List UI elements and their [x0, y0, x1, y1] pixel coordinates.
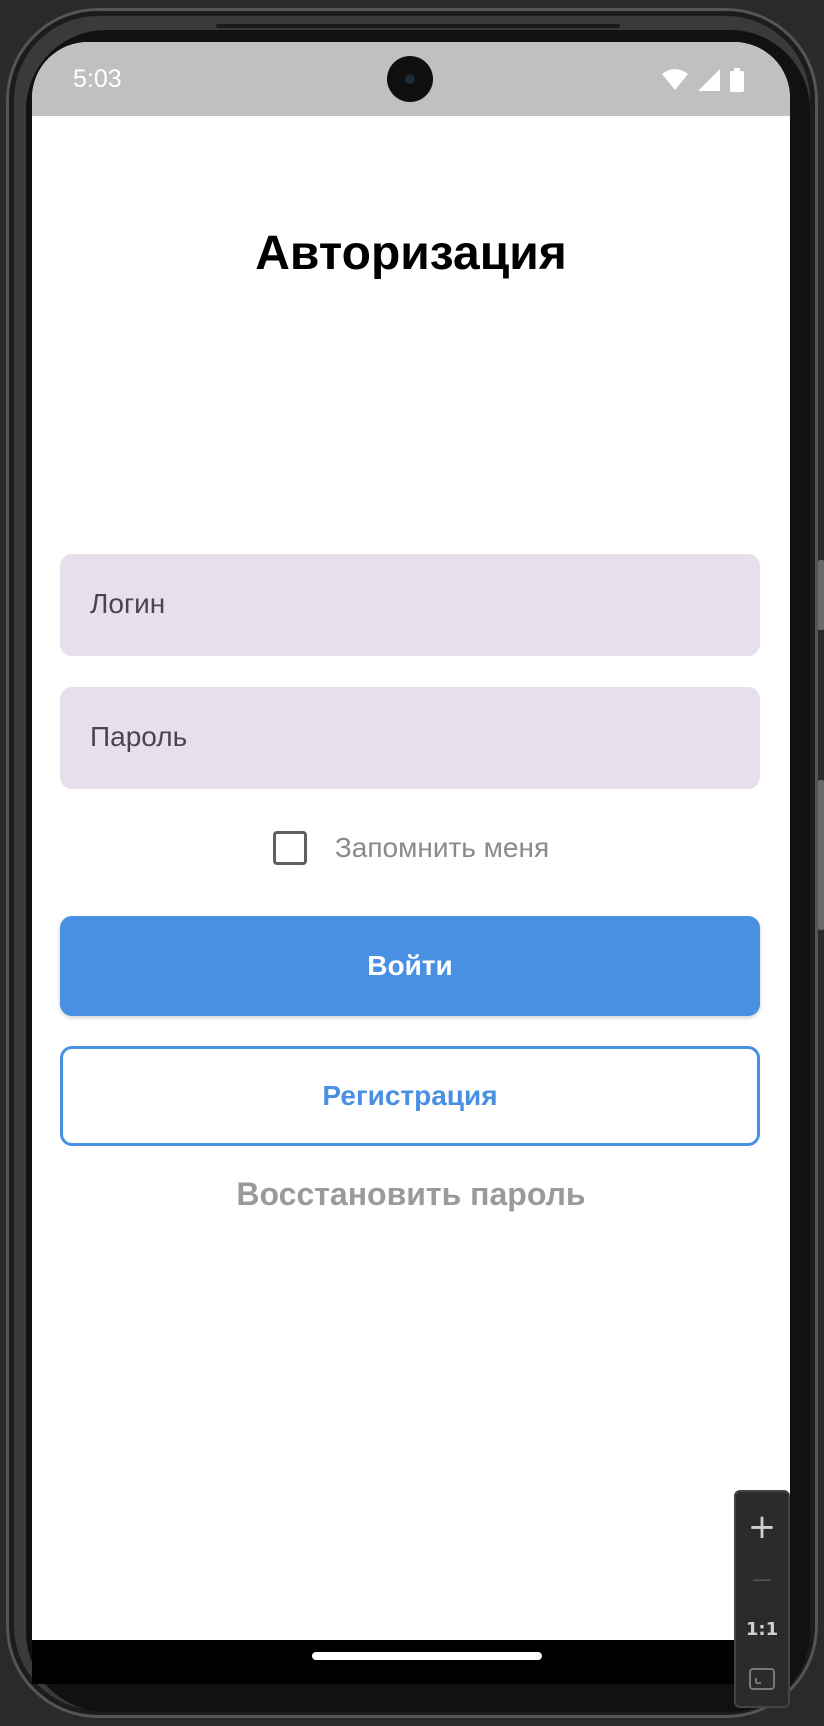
phone-screen: 5:03 Авторизация Логин Пароль Запомнить …	[32, 42, 790, 1682]
remember-me-row: Запомнить меня	[32, 831, 790, 865]
home-indicator[interactable]	[312, 1652, 542, 1660]
fit-screen-button[interactable]	[736, 1654, 788, 1704]
status-bar: 5:03	[32, 42, 790, 116]
actual-size-button[interactable]: 1:1	[736, 1604, 788, 1654]
zoom-out-button[interactable]: —	[736, 1554, 788, 1604]
password-input[interactable]: Пароль	[60, 687, 760, 789]
page-title: Авторизация	[255, 227, 567, 280]
zoom-in-button[interactable]: +	[736, 1502, 788, 1552]
password-placeholder: Пароль	[90, 721, 188, 752]
bezel-top-line	[216, 24, 620, 28]
signal-icon	[698, 69, 720, 91]
restore-password-link[interactable]: Восстановить пароль	[32, 1176, 790, 1213]
battery-icon	[730, 68, 744, 92]
fit-screen-icon	[749, 1668, 775, 1690]
remember-me-checkbox[interactable]	[272, 831, 307, 865]
device-frame: 5:03 Авторизация Логин Пароль Запомнить …	[0, 0, 824, 1726]
volume-button	[818, 560, 824, 630]
status-icons	[662, 68, 744, 92]
wifi-icon	[662, 69, 688, 90]
status-time: 5:03	[73, 65, 122, 93]
login-button[interactable]: Войти	[60, 916, 760, 1016]
login-input[interactable]: Логин	[60, 554, 760, 656]
zoom-controls: + — 1:1	[734, 1490, 790, 1708]
remember-me-label[interactable]: Запомнить меня	[335, 832, 549, 864]
login-placeholder: Логин	[90, 588, 166, 619]
power-button	[818, 780, 824, 930]
register-button[interactable]: Регистрация	[60, 1046, 760, 1146]
navigation-bar	[32, 1640, 790, 1684]
front-camera	[387, 56, 433, 102]
